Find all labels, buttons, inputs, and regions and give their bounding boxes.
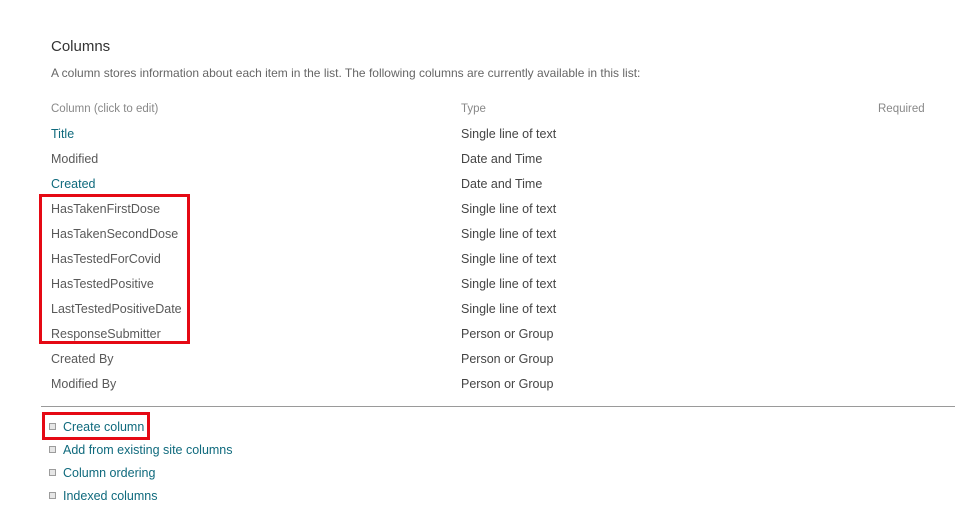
action-link-label[interactable]: Create column [63, 420, 144, 434]
bullet-square-icon [49, 469, 56, 476]
table-row: Title Single line of text [0, 122, 961, 147]
column-name-cell: ResponseSubmitter [51, 327, 161, 341]
column-name-cell: HasTakenSecondDose [51, 227, 179, 241]
action-link-indexed-columns[interactable]: Indexed columns [0, 485, 400, 508]
action-link-label[interactable]: Column ordering [63, 466, 155, 480]
table-row: Created Date and Time [0, 172, 961, 197]
action-link-add-from-existing-site-columns[interactable]: Add from existing site columns [0, 439, 400, 462]
section-divider [41, 406, 955, 407]
column-type-cell: Single line of text [461, 227, 557, 241]
table-row: HasTestedPositive Single line of text [0, 272, 961, 297]
column-type-cell: Single line of text [461, 127, 557, 141]
column-name-cell: Created By [51, 352, 114, 366]
action-link-label[interactable]: Indexed columns [63, 489, 158, 503]
page-title: Columns [51, 38, 111, 55]
bullet-square-icon [49, 423, 56, 430]
bullet-square-icon [49, 492, 56, 499]
table-row: Modified Date and Time [0, 147, 961, 172]
table-row: Modified By Person or Group [0, 372, 961, 397]
table-row: HasTestedForCovid Single line of text [0, 247, 961, 272]
table-body: Title Single line of text Modified Date and… [0, 122, 961, 397]
column-type-cell: Date and Time [461, 152, 543, 166]
action-link-column-ordering[interactable]: Column ordering [0, 462, 400, 485]
column-type-cell: Single line of text [461, 202, 557, 216]
bullet-square-icon [49, 446, 56, 453]
table-row: HasTakenFirstDose Single line of text [0, 197, 961, 222]
column-type-cell: Person or Group [461, 327, 554, 341]
header-column-name: Column (click to edit) [51, 103, 159, 115]
header-column-required: Required [878, 103, 925, 115]
column-name-cell: Modified [51, 152, 99, 166]
columns-settings-page: Columns A column stores information abou… [0, 0, 961, 529]
column-name-cell[interactable]: Created [51, 172, 95, 197]
column-name-cell: HasTestedForCovid [51, 252, 161, 266]
column-name-cell: HasTestedPositive [51, 277, 154, 291]
page-description: A column stores information about each i… [51, 66, 641, 80]
column-name-cell: HasTakenFirstDose [51, 202, 161, 216]
table-row: Created By Person or Group [0, 347, 961, 372]
table-row: LastTestedPositiveDate Single line of tex… [0, 297, 961, 322]
column-name-cell[interactable]: Title [51, 122, 74, 147]
column-type-cell: Single line of text [461, 252, 557, 266]
table-row: HasTakenSecondDose Single line of text [0, 222, 961, 247]
column-type-cell: Date and Time [461, 177, 543, 191]
column-type-cell: Single line of text [461, 302, 557, 316]
column-type-cell: Single line of text [461, 277, 557, 291]
column-type-cell: Person or Group [461, 377, 554, 391]
columns-table: Column (click to edit) Type Required Tit… [0, 97, 961, 397]
table-header-row: Column (click to edit) Type Required [0, 97, 961, 122]
table-row: ResponseSubmitter Person or Group [0, 322, 961, 347]
column-name-cell: Modified By [51, 377, 117, 391]
header-column-type: Type [461, 103, 486, 115]
column-type-cell: Person or Group [461, 352, 554, 366]
column-name-cell: LastTestedPositiveDate [51, 302, 182, 316]
action-link-create-column[interactable]: Create column [0, 416, 400, 439]
action-links-list: Create column Add from existing site colu… [0, 416, 400, 508]
action-link-label[interactable]: Add from existing site columns [63, 443, 233, 457]
